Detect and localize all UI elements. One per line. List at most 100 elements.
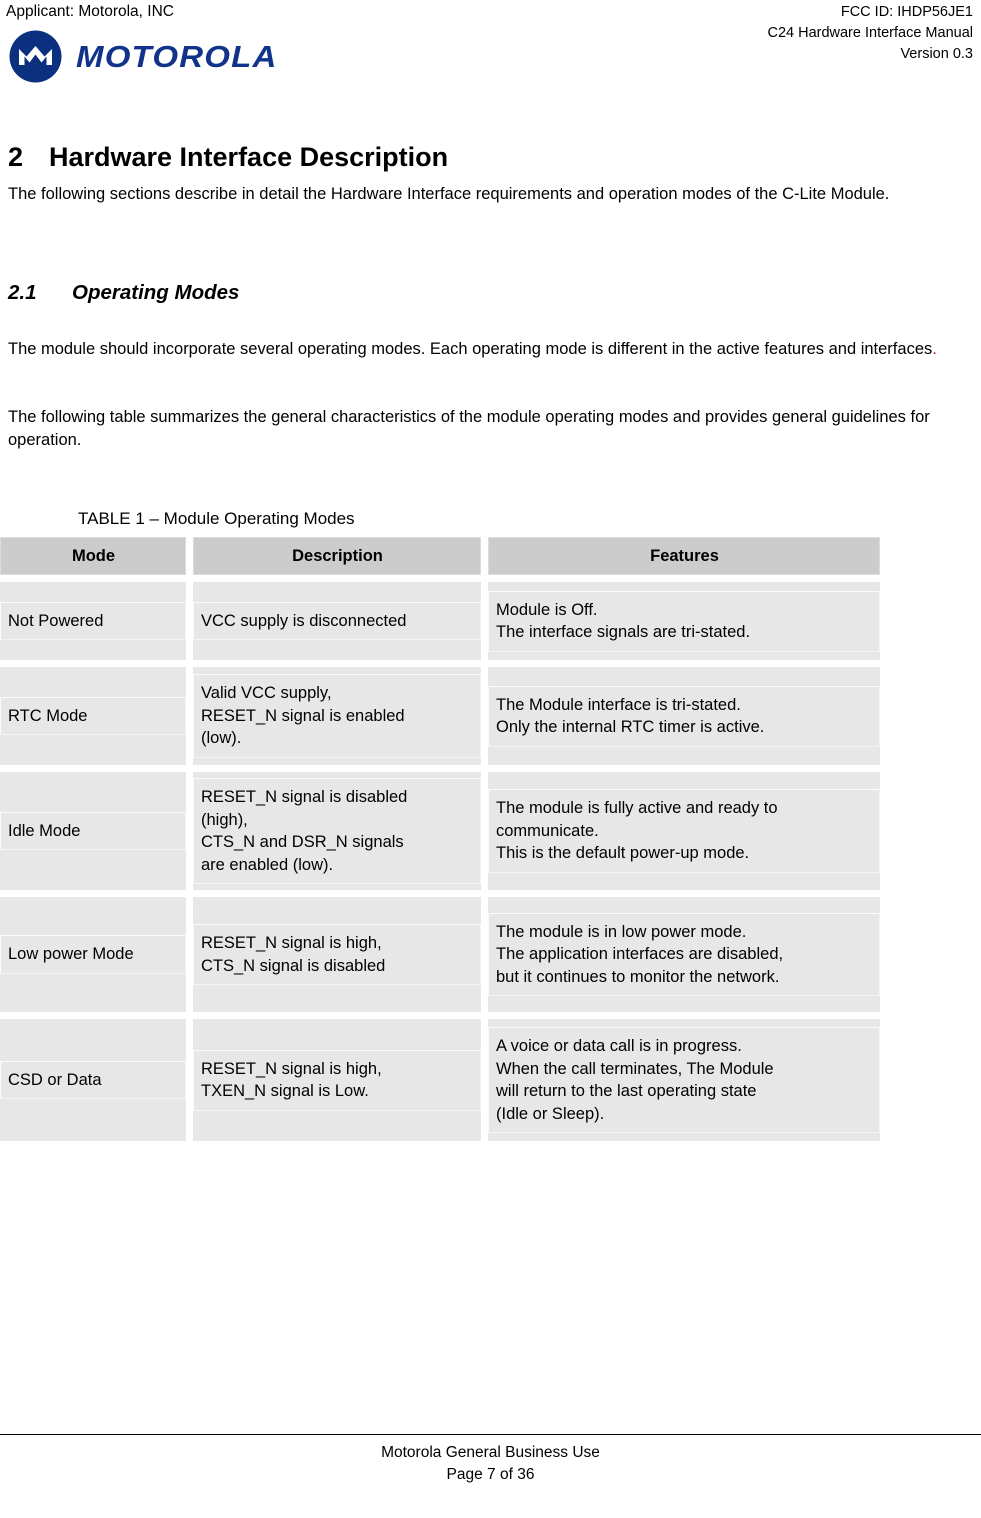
- desc-line: TXEN_N signal is Low.: [201, 1082, 369, 1100]
- paragraph-1-text: The module should incorporate several op…: [8, 340, 933, 358]
- desc-line: VCC supply is disconnected: [201, 611, 407, 630]
- cell-description: RESET_N signal is high, CTS_N signal is …: [193, 897, 481, 1012]
- subsection-heading: 2.1 Operating Modes: [8, 281, 239, 305]
- desc-line: Valid VCC supply,: [201, 684, 332, 703]
- cell-description: RESET_N signal is disabled (high), CTS_N…: [193, 772, 481, 890]
- column-gap: [186, 582, 193, 660]
- cell-mode-label: RTC Mode: [0, 696, 186, 736]
- table-row: CSD or Data RESET_N signal is high, TXEN…: [0, 1019, 880, 1141]
- column-gap: [481, 897, 488, 1012]
- column-gap: [481, 1019, 488, 1141]
- desc-line: CTS_N and DSR_N signals: [201, 833, 404, 851]
- feat-line: will return to the last operating state: [496, 1082, 757, 1100]
- motorola-logo: MOTOROLA: [8, 27, 277, 85]
- section-intro-paragraph: The following sections describe in detai…: [8, 185, 890, 203]
- column-gap: [481, 667, 488, 765]
- cell-features-text: A voice or data call is in progress. Whe…: [488, 1027, 880, 1133]
- desc-line: (high),: [201, 810, 248, 829]
- table-row: Not Powered VCC supply is disconnected M…: [0, 582, 880, 660]
- cell-description-text: RESET_N signal is high, CTS_N signal is …: [193, 924, 481, 985]
- cell-mode-label: Idle Mode: [0, 811, 186, 851]
- feat-line: Only the internal RTC timer is active.: [496, 718, 765, 736]
- desc-line: (low).: [201, 729, 242, 748]
- subsection-paragraph-2: The following table summarizes the gener…: [8, 408, 930, 449]
- section-heading: 2 Hardware Interface Description: [8, 142, 448, 173]
- cell-description: RESET_N signal is high, TXEN_N signal is…: [193, 1019, 481, 1141]
- cell-description-text: VCC supply is disconnected: [193, 601, 481, 641]
- feat-line: The Module interface is tri-stated.: [496, 695, 741, 714]
- desc-line: are enabled (low).: [201, 855, 334, 874]
- desc-line: RESET_N signal is enabled: [201, 706, 405, 725]
- applicant-line: Applicant: Motorola, INC: [6, 3, 174, 20]
- column-gap: [481, 582, 488, 660]
- feat-line: A voice or data call is in progress.: [496, 1037, 742, 1055]
- feat-line: Module is Off.: [496, 600, 598, 619]
- motorola-batwing-icon: [8, 29, 63, 84]
- cell-features-text: The module is in low power mode. The app…: [488, 912, 880, 997]
- cell-features: The module is in low power mode. The app…: [488, 897, 880, 1012]
- footer-page-number: Page 7 of 36: [446, 1466, 535, 1483]
- column-header-features: Features: [488, 537, 880, 575]
- page-header: Applicant: Motorola, INC FCC ID: IHDP56J…: [0, 0, 981, 110]
- cell-mode: CSD or Data: [0, 1019, 186, 1141]
- cell-description-text: Valid VCC supply, RESET_N signal is enab…: [193, 674, 481, 758]
- column-gap: [186, 772, 193, 890]
- table-caption: TABLE 1 – Module Operating Modes: [78, 509, 355, 528]
- row-gap: [0, 575, 880, 582]
- section-number: 2: [8, 142, 24, 172]
- column-gap: [186, 897, 193, 1012]
- table-row: Low power Mode RESET_N signal is high, C…: [0, 897, 880, 1012]
- row-gap: [0, 765, 880, 772]
- cell-mode: Not Powered: [0, 582, 186, 660]
- manual-title-line: C24 Hardware Interface Manual: [767, 25, 973, 41]
- document-header-right: FCC ID: IHDP56JE1 C24 Hardware Interface…: [767, 2, 973, 65]
- cell-mode-label: Low power Mode: [0, 935, 186, 974]
- column-header-mode-label: Mode: [0, 537, 186, 575]
- version-line: Version 0.3: [900, 46, 973, 62]
- cell-mode: Low power Mode: [0, 897, 186, 1012]
- table-row: RTC Mode Valid VCC supply, RESET_N signa…: [0, 667, 880, 765]
- page-footer: Motorola General Business Use Page 7 of …: [0, 1428, 981, 1518]
- row-gap: [0, 890, 880, 897]
- column-gap: [481, 772, 488, 890]
- row-gap: [0, 660, 880, 667]
- column-gap: [186, 537, 193, 575]
- feat-line: The interface signals are tri-stated.: [496, 623, 751, 641]
- cell-features-text: The module is fully active and ready to …: [488, 789, 880, 873]
- revision-mark-period: .: [932, 340, 937, 358]
- subsection-number: 2.1: [8, 281, 37, 304]
- column-gap: [481, 537, 488, 575]
- feat-line: (Idle or Sleep).: [496, 1104, 605, 1123]
- cell-features: A voice or data call is in progress. Whe…: [488, 1019, 880, 1141]
- cell-description: VCC supply is disconnected: [193, 582, 481, 660]
- column-gap: [186, 1019, 193, 1141]
- column-gap: [186, 667, 193, 765]
- feat-line: The application interfaces are disabled,: [496, 945, 784, 964]
- feat-line: This is the default power-up mode.: [496, 844, 750, 863]
- motorola-wordmark: MOTOROLA: [76, 38, 278, 74]
- cell-description-text: RESET_N signal is high, TXEN_N signal is…: [193, 1049, 481, 1111]
- cell-mode: Idle Mode: [0, 772, 186, 890]
- feat-line: communicate.: [496, 821, 599, 840]
- column-header-features-label: Features: [488, 537, 880, 575]
- operating-modes-table: Mode Description Features Not Powered VC…: [0, 537, 880, 1141]
- cell-features: Module is Off. The interface signals are…: [488, 582, 880, 660]
- desc-line: RESET_N signal is high,: [201, 1059, 382, 1078]
- desc-line: CTS_N signal is disabled: [201, 956, 386, 975]
- column-header-description: Description: [193, 537, 481, 575]
- footer-content: Motorola General Business Use Page 7 of …: [0, 1442, 981, 1486]
- cell-features-text: The Module interface is tri-stated. Only…: [488, 685, 880, 747]
- subsection-title: Operating Modes: [72, 281, 240, 304]
- cell-mode: RTC Mode: [0, 667, 186, 765]
- cell-features-text: Module is Off. The interface signals are…: [488, 590, 880, 652]
- table-body: Not Powered VCC supply is disconnected M…: [0, 575, 880, 1141]
- table-row: Idle Mode RESET_N signal is disabled (hi…: [0, 772, 880, 890]
- feat-line: The module is fully active and ready to: [496, 799, 778, 818]
- column-header-mode: Mode: [0, 537, 186, 575]
- feat-line: but it continues to monitor the network.: [496, 967, 780, 986]
- subsection-paragraph-1: The module should incorporate several op…: [8, 338, 958, 361]
- row-gap: [0, 1012, 880, 1019]
- footer-divider: [0, 1434, 981, 1435]
- table-header-row: Mode Description Features: [0, 537, 880, 575]
- fcc-id-line: FCC ID: IHDP56JE1: [840, 4, 973, 20]
